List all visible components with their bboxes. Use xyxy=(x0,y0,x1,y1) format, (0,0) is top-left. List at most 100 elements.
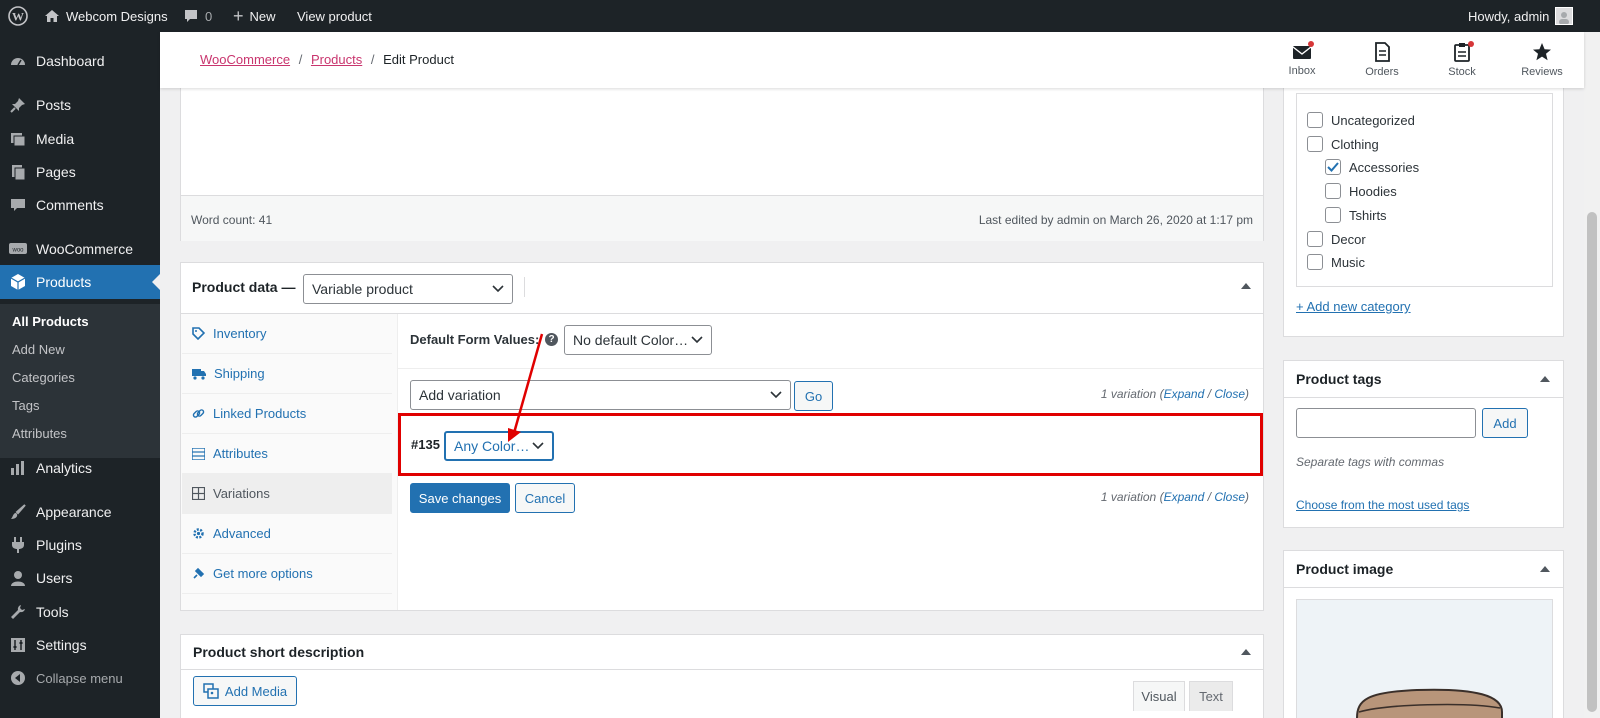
menu-products-label: Products xyxy=(36,274,92,290)
add-media-button[interactable]: Add Media xyxy=(193,676,297,706)
last-edited: Last edited by admin on March 26, 2020 a… xyxy=(978,213,1253,227)
stock-notification-dot xyxy=(1468,41,1474,47)
category-hoodies[interactable]: Hoodies xyxy=(1325,183,1397,199)
add-variation-select[interactable]: Add variation xyxy=(410,380,791,410)
submenu-all-products[interactable]: All Products xyxy=(12,314,89,329)
home-icon xyxy=(44,8,60,24)
product-type-select[interactable]: Variable product xyxy=(303,274,513,304)
menu-products[interactable]: Products xyxy=(0,265,160,299)
collapse-menu-label: Collapse menu xyxy=(36,670,123,686)
menu-appearance-label: Appearance xyxy=(36,504,112,520)
checkbox[interactable] xyxy=(1307,231,1323,247)
choose-most-used-tags-link[interactable]: Choose from the most used tags xyxy=(1296,498,1469,512)
products-box-icon xyxy=(0,273,36,291)
view-product-link[interactable]: View product xyxy=(297,0,372,32)
inbox-button[interactable]: Inbox xyxy=(1272,32,1332,88)
product-image-title: Product image xyxy=(1296,561,1394,577)
go-button[interactable]: Go xyxy=(794,381,833,411)
short-description-title: Product short description xyxy=(193,644,365,660)
product-data-title: Product data — xyxy=(192,279,296,295)
tab-variations[interactable]: Variations xyxy=(182,474,392,514)
menu-dashboard[interactable]: Dashboard xyxy=(0,44,160,78)
breadcrumb-products-link[interactable]: Products xyxy=(311,52,362,67)
menu-posts[interactable]: Posts xyxy=(0,88,160,122)
menu-users[interactable]: Users xyxy=(0,561,160,595)
breadcrumb-woocommerce-link[interactable]: WooCommerce xyxy=(200,52,290,67)
stock-button[interactable]: Stock xyxy=(1432,32,1492,88)
collapse-toggle-icon[interactable] xyxy=(1241,649,1251,655)
add-new-category-link[interactable]: + Add new category xyxy=(1296,299,1411,314)
new-content-link[interactable]: + New xyxy=(233,0,276,32)
tab-visual[interactable]: Visual xyxy=(1133,681,1185,711)
close-link[interactable]: Close xyxy=(1214,490,1245,504)
tab-text[interactable]: Text xyxy=(1189,681,1233,711)
tab-inventory[interactable]: Inventory xyxy=(182,314,392,354)
product-categories-box: Uncategorized Clothing Accessories Hoodi… xyxy=(1283,70,1564,337)
tab-attributes[interactable]: Attributes xyxy=(182,434,392,474)
menu-plugins[interactable]: Plugins xyxy=(0,528,160,562)
orders-button[interactable]: Orders xyxy=(1352,32,1412,88)
default-color-select[interactable]: No default Color… xyxy=(564,325,712,355)
tab-advanced[interactable]: Advanced xyxy=(182,514,392,554)
tab-shipping[interactable]: Shipping xyxy=(182,354,392,394)
submenu-categories[interactable]: Categories xyxy=(12,370,75,385)
expand-link[interactable]: Expand xyxy=(1164,387,1205,401)
category-music[interactable]: Music xyxy=(1307,254,1365,270)
menu-tools[interactable]: Tools xyxy=(0,595,160,629)
category-tshirts[interactable]: Tshirts xyxy=(1325,207,1387,223)
variation-count: 1 variation xyxy=(1100,490,1157,504)
chevron-down-icon xyxy=(770,391,782,399)
category-uncategorized[interactable]: Uncategorized xyxy=(1307,112,1415,128)
checkbox[interactable] xyxy=(1325,183,1341,199)
tags-input[interactable] xyxy=(1296,408,1476,438)
short-description-divider xyxy=(181,669,1263,670)
checkbox[interactable] xyxy=(1307,136,1323,152)
submenu-attributes[interactable]: Attributes xyxy=(12,426,67,441)
save-changes-button[interactable]: Save changes xyxy=(410,483,510,513)
submenu-add-new[interactable]: Add New xyxy=(12,342,65,357)
category-accessories[interactable]: Accessories xyxy=(1325,159,1419,175)
collapse-toggle-icon[interactable] xyxy=(1241,283,1251,289)
collapse-menu-button[interactable]: Collapse menu xyxy=(0,661,160,695)
submenu-tags[interactable]: Tags xyxy=(12,398,39,413)
collapse-toggle-icon[interactable] xyxy=(1540,566,1550,572)
checkbox[interactable] xyxy=(1307,112,1323,128)
menu-comments[interactable]: Comments xyxy=(0,188,160,222)
menu-woocommerce[interactable]: woo WooCommerce xyxy=(0,232,160,266)
site-name-link[interactable]: Webcom Designs xyxy=(44,0,168,32)
category-label: Accessories xyxy=(1349,159,1420,175)
chevron-down-icon xyxy=(691,336,703,344)
variation-count: 1 variation xyxy=(1100,387,1157,401)
scrollbar-thumb[interactable] xyxy=(1587,212,1597,712)
reviews-button[interactable]: Reviews xyxy=(1512,32,1572,88)
checkbox[interactable] xyxy=(1307,254,1323,270)
my-account-link[interactable]: Howdy, admin xyxy=(1468,0,1574,32)
tab-linked-products[interactable]: Linked Products xyxy=(182,394,392,434)
product-image-thumbnail[interactable] xyxy=(1296,599,1553,718)
wordpress-logo-icon[interactable]: W xyxy=(8,0,28,32)
variation-count-bottom: 1 variation (Expand / Close) xyxy=(1100,490,1249,504)
cancel-button[interactable]: Cancel xyxy=(515,483,575,513)
add-tag-button[interactable]: Add xyxy=(1482,408,1528,438)
checkbox-checked[interactable] xyxy=(1325,159,1341,175)
category-label: Decor xyxy=(1331,231,1366,247)
tab-inventory-label: Inventory xyxy=(213,326,267,341)
tab-get-more-options[interactable]: Get more options xyxy=(182,554,392,594)
menu-pages[interactable]: Pages xyxy=(0,155,160,189)
close-link[interactable]: Close xyxy=(1214,387,1245,401)
svg-text:W: W xyxy=(12,10,24,24)
paintbrush-icon xyxy=(0,503,36,521)
collapse-toggle-icon[interactable] xyxy=(1540,376,1550,382)
page-scrollbar[interactable] xyxy=(1584,32,1600,718)
menu-settings[interactable]: Settings xyxy=(0,628,160,662)
expand-link[interactable]: Expand xyxy=(1164,490,1205,504)
comments-link[interactable]: 0 xyxy=(183,0,212,32)
checkbox[interactable] xyxy=(1325,207,1341,223)
category-clothing[interactable]: Clothing xyxy=(1307,136,1379,152)
annotation-arrow xyxy=(508,333,544,442)
tab-get-more-options-label: Get more options xyxy=(213,566,313,581)
editor-content-area[interactable] xyxy=(181,79,1263,195)
category-decor[interactable]: Decor xyxy=(1307,231,1366,247)
menu-media[interactable]: Media xyxy=(0,122,160,156)
menu-appearance[interactable]: Appearance xyxy=(0,495,160,529)
